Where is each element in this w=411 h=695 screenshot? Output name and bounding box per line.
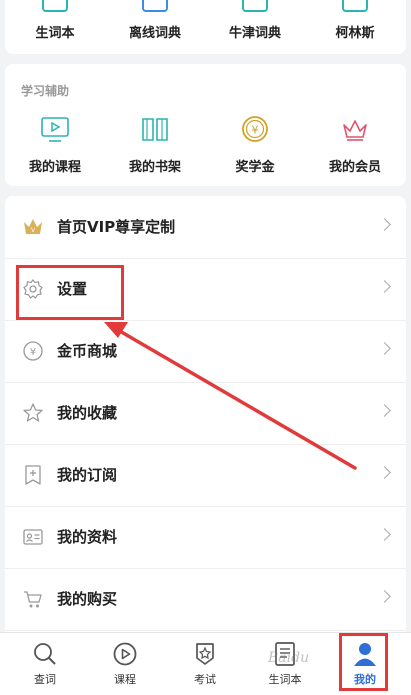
tool-oxford-dict[interactable]: 牛津词典: [205, 0, 305, 54]
chevron-right-icon: [378, 466, 391, 479]
tool-offline-dict[interactable]: 离线词典: [105, 0, 205, 54]
tool-collins-dict[interactable]: 柯林斯: [305, 0, 405, 54]
menu-item-subscriptions[interactable]: 我的订阅: [5, 444, 406, 507]
menu-item-label: 我的订阅: [57, 466, 118, 484]
menu-item-label: 我的购买: [57, 590, 118, 608]
menu-item-purchases[interactable]: 我的购买: [5, 568, 406, 631]
study-item-bookshelf[interactable]: 我的书架: [105, 114, 205, 184]
study-item-label: 我的课程: [28, 160, 81, 175]
tool-label: 柯林斯: [335, 26, 375, 41]
vocab-book-icon: [42, 0, 68, 12]
tool-label: 生词本: [35, 26, 75, 41]
menu-item-favorites[interactable]: 我的收藏: [5, 382, 406, 445]
chevron-right-icon: [378, 342, 391, 355]
svg-text:¥: ¥: [252, 124, 259, 137]
menu-item-label: 我的资料: [57, 528, 118, 546]
chevron-right-icon: [378, 280, 391, 293]
study-item-courses[interactable]: 我的课程: [5, 114, 105, 184]
section-title: 学习辅助: [21, 84, 70, 98]
tab-label: 考试: [194, 673, 216, 686]
search-icon: [34, 643, 56, 665]
study-item-label: 我的书架: [128, 160, 181, 175]
tab-label: 查词: [34, 673, 56, 686]
watermark: Baidu: [268, 650, 310, 666]
menu-item-profile[interactable]: 我的资料: [5, 506, 406, 569]
exam-shield-icon: [196, 643, 214, 665]
tab-exam[interactable]: 考试: [165, 633, 245, 695]
tool-label: 牛津词典: [228, 26, 281, 41]
offline-dict-icon: [142, 0, 168, 12]
oxford-dict-icon: [242, 0, 268, 12]
tab-me-highlight-box: [339, 633, 388, 691]
play-icon: [113, 642, 137, 666]
menu-item-label: 首页VIP尊享定制: [57, 218, 176, 236]
menu-item-coin-mall[interactable]: ¥ 金币商城: [5, 320, 406, 383]
chevron-right-icon: [378, 404, 391, 417]
menu-item-label: 我的收藏: [57, 404, 118, 422]
tab-label: 生词本: [268, 673, 302, 686]
vip-crown-icon: V: [24, 219, 42, 234]
study-item-label: 我的会员: [328, 160, 381, 175]
tab-search[interactable]: 查词: [5, 633, 85, 695]
study-assist-card: 学习辅助 我的课程 我的书架 ¥ 奖学金 我的会员: [5, 64, 406, 186]
tool-label: 离线词典: [128, 26, 181, 41]
subscribe-icon: [25, 465, 41, 485]
chevron-right-icon: [378, 218, 391, 231]
menu-list: V 首页VIP尊享定制 设置 ¥ 金币商城 我的收藏 我的订阅 我的资料 我的购…: [5, 196, 406, 632]
svg-text:¥: ¥: [30, 347, 36, 358]
study-item-membership[interactable]: 我的会员: [305, 114, 405, 184]
chevron-right-icon: [378, 590, 391, 603]
cart-icon: [24, 591, 42, 608]
study-item-scholarship[interactable]: ¥ 奖学金: [205, 114, 305, 184]
coin-yen-icon: ¥: [242, 116, 268, 142]
bookshelf-icon: [142, 118, 168, 141]
crown-icon: [343, 120, 367, 141]
menu-item-vip[interactable]: V 首页VIP尊享定制: [5, 196, 406, 259]
collins-dict-icon: [342, 0, 368, 12]
tool-vocab-book[interactable]: 生词本: [5, 0, 105, 54]
chevron-right-icon: [378, 528, 391, 541]
tab-label: 课程: [114, 673, 136, 686]
coin-icon: ¥: [23, 341, 43, 361]
video-course-icon: [41, 117, 69, 142]
menu-item-label: 金币商城: [57, 342, 118, 360]
profile-card-icon: [23, 529, 43, 545]
study-item-label: 奖学金: [235, 160, 275, 175]
settings-highlight-box: [16, 265, 124, 320]
tab-courses[interactable]: 课程: [85, 633, 165, 695]
top-tools-card: 生词本 离线词典 牛津词典 柯林斯: [5, 0, 406, 54]
star-icon: [23, 403, 43, 422]
